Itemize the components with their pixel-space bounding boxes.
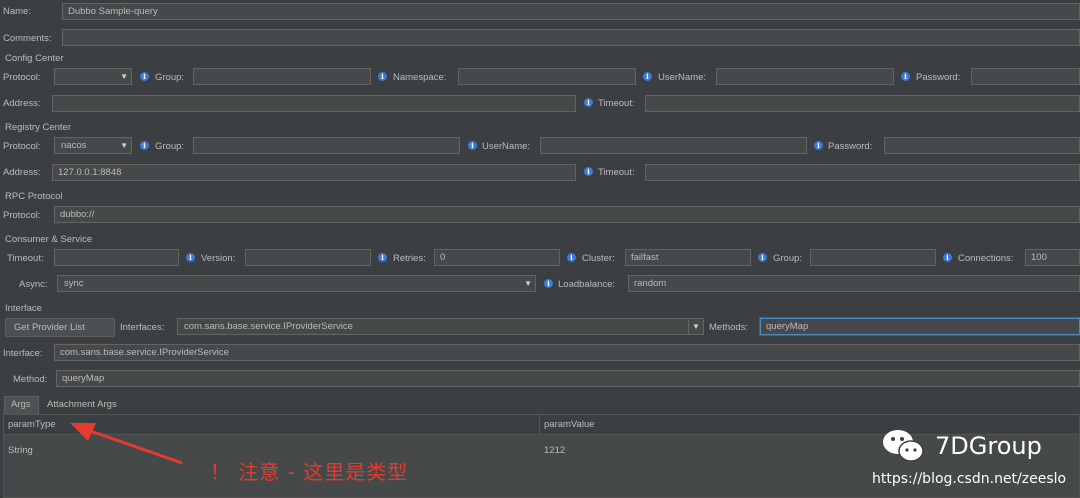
interfaces-select[interactable]: com.sans.base.service.IProviderService ▼ (177, 318, 704, 335)
method-label: Method: (13, 374, 48, 385)
info-icon: i (814, 141, 823, 150)
comments-field[interactable] (62, 29, 1080, 46)
tab-attachment-args[interactable]: Attachment Args (47, 397, 117, 413)
name-label: Name: (3, 6, 31, 17)
chevron-down-icon: ▼ (688, 319, 703, 334)
name-field[interactable]: Dubbo Sample-query (62, 3, 1080, 20)
config-password-label: Password: (916, 72, 961, 83)
info-icon: i (901, 72, 910, 81)
annotation-text: ！ 注意 - 这里是类型 (210, 460, 409, 484)
config-center-title: Config Center (5, 53, 64, 64)
info-icon: i (378, 72, 387, 81)
config-protocol-label: Protocol: (3, 72, 41, 83)
watermark-title: 7DGroup (935, 432, 1042, 460)
chevron-down-icon: ▼ (524, 279, 532, 288)
info-icon: i (544, 279, 553, 288)
consumer-service-title: Consumer & Service (5, 234, 93, 245)
config-group-label: Group: (155, 72, 185, 83)
registry-protocol-value: nacos (61, 140, 87, 151)
interfaces-value: com.sans.base.service.IProviderService (184, 321, 353, 332)
consumer-timeout-label: Timeout: (7, 253, 44, 264)
rpc-protocol-label: Protocol: (3, 210, 41, 221)
info-icon: i (468, 141, 477, 150)
registry-timeout-label: Timeout: (598, 167, 635, 178)
consumer-group-label: Group: (773, 253, 803, 264)
config-username-field[interactable] (716, 68, 894, 85)
info-icon: i (758, 253, 767, 262)
info-icon: i (567, 253, 576, 262)
interface-section-title: Interface (5, 303, 42, 314)
cluster-field[interactable]: failfast (625, 249, 751, 266)
interface-label: Interface: (3, 348, 43, 359)
config-namespace-label: Namespace: (393, 72, 447, 83)
watermark-url: https://blog.csdn.net/zeeslo (872, 471, 1067, 487)
registry-address-label: Address: (3, 167, 41, 178)
connections-field[interactable]: 100 (1025, 249, 1080, 266)
retries-field[interactable]: 0 (434, 249, 560, 266)
version-label: Version: (201, 253, 236, 264)
info-icon: i (584, 98, 593, 107)
tab-args[interactable]: Args (4, 396, 39, 414)
chevron-down-icon: ▼ (120, 72, 128, 81)
registry-username-field[interactable] (540, 137, 807, 154)
async-value: sync (64, 278, 84, 289)
registry-protocol-select[interactable]: nacos ▼ (54, 137, 132, 154)
config-protocol-select[interactable]: ▼ (54, 68, 132, 85)
registry-timeout-field[interactable] (645, 164, 1080, 181)
info-icon: i (140, 72, 149, 81)
config-address-label: Address: (3, 98, 41, 109)
version-field[interactable] (245, 249, 371, 266)
registry-center-title: Registry Center (5, 122, 71, 133)
consumer-timeout-field[interactable] (54, 249, 179, 266)
info-icon: i (943, 253, 952, 262)
config-namespace-field[interactable] (458, 68, 636, 85)
config-address-field[interactable] (52, 95, 576, 112)
config-username-label: UserName: (658, 72, 707, 83)
async-label: Async: (19, 279, 48, 290)
config-timeout-label: Timeout: (598, 98, 635, 109)
config-password-field[interactable] (971, 68, 1080, 85)
registry-group-field[interactable] (193, 137, 460, 154)
registry-username-label: UserName: (482, 141, 531, 152)
methods-label: Methods: (709, 322, 749, 333)
info-icon: i (584, 167, 593, 176)
config-timeout-field[interactable] (645, 95, 1080, 112)
method-field[interactable]: queryMap (56, 370, 1080, 387)
comments-label: Comments: (3, 33, 52, 44)
consumer-group-field[interactable] (810, 249, 936, 266)
red-arrow-annotation (70, 423, 183, 465)
cluster-label: Cluster: (582, 253, 615, 264)
loadbalance-label: Loadbalance: (558, 279, 616, 290)
rpc-protocol-title: RPC Protocol (5, 191, 63, 202)
wechat-logo-icon (883, 430, 924, 462)
loadbalance-field[interactable]: random (628, 275, 1080, 292)
rpc-protocol-field[interactable]: dubbo:// (54, 206, 1080, 223)
methods-field[interactable]: queryMap (760, 318, 1080, 335)
info-icon: i (378, 253, 387, 262)
chevron-down-icon: ▼ (120, 141, 128, 150)
interfaces-label: Interfaces: (120, 322, 165, 333)
get-provider-list-button[interactable]: Get Provider List (5, 318, 115, 337)
registry-address-field[interactable]: 127.0.0.1:8848 (52, 164, 576, 181)
info-icon: i (186, 253, 195, 262)
registry-protocol-label: Protocol: (3, 141, 41, 152)
async-select[interactable]: sync ▼ (57, 275, 536, 292)
info-icon: i (140, 141, 149, 150)
registry-password-field[interactable] (884, 137, 1080, 154)
info-icon: i (643, 72, 652, 81)
interface-field[interactable]: com.sans.base.service.IProviderService (54, 344, 1080, 361)
registry-group-label: Group: (155, 141, 185, 152)
retries-label: Retries: (393, 253, 426, 264)
connections-label: Connections: (958, 253, 1014, 264)
config-group-field[interactable] (193, 68, 371, 85)
registry-password-label: Password: (828, 141, 873, 152)
